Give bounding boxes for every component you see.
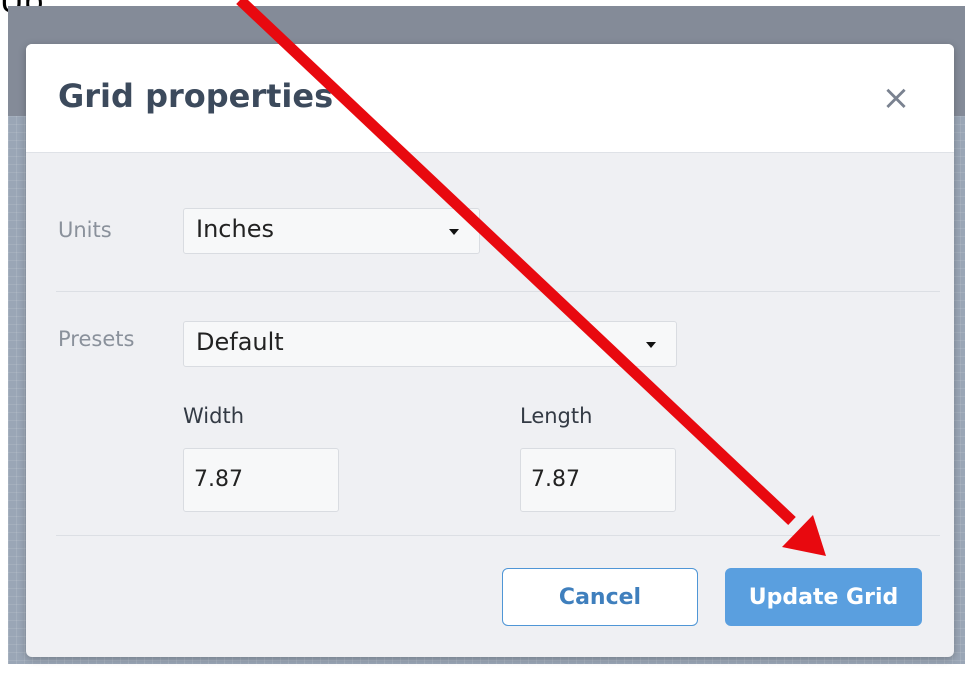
update-grid-button[interactable]: Update Grid	[725, 568, 922, 626]
units-label: Units	[58, 218, 112, 242]
dialog-title: Grid properties	[58, 77, 334, 115]
close-button[interactable]: ×	[878, 78, 914, 118]
units-select-value: Inches	[196, 215, 274, 243]
divider	[56, 291, 940, 292]
presets-label: Presets	[58, 327, 135, 351]
divider	[56, 535, 940, 536]
dialog-header: Grid properties ×	[26, 44, 954, 153]
width-input[interactable]: 7.87	[183, 448, 339, 512]
cancel-button[interactable]: Cancel	[502, 568, 698, 626]
presets-select-value: Default	[196, 328, 284, 356]
presets-select[interactable]: Default	[183, 321, 677, 367]
width-label: Width	[183, 404, 245, 428]
units-select[interactable]: Inches	[183, 208, 480, 254]
chevron-down-icon	[646, 342, 656, 348]
length-input[interactable]: 7.87	[520, 448, 676, 512]
length-label: Length	[520, 404, 593, 428]
close-icon: ×	[881, 78, 911, 118]
grid-properties-dialog: Grid properties × Units Inches Presets D…	[26, 44, 954, 657]
chevron-down-icon	[449, 229, 459, 235]
